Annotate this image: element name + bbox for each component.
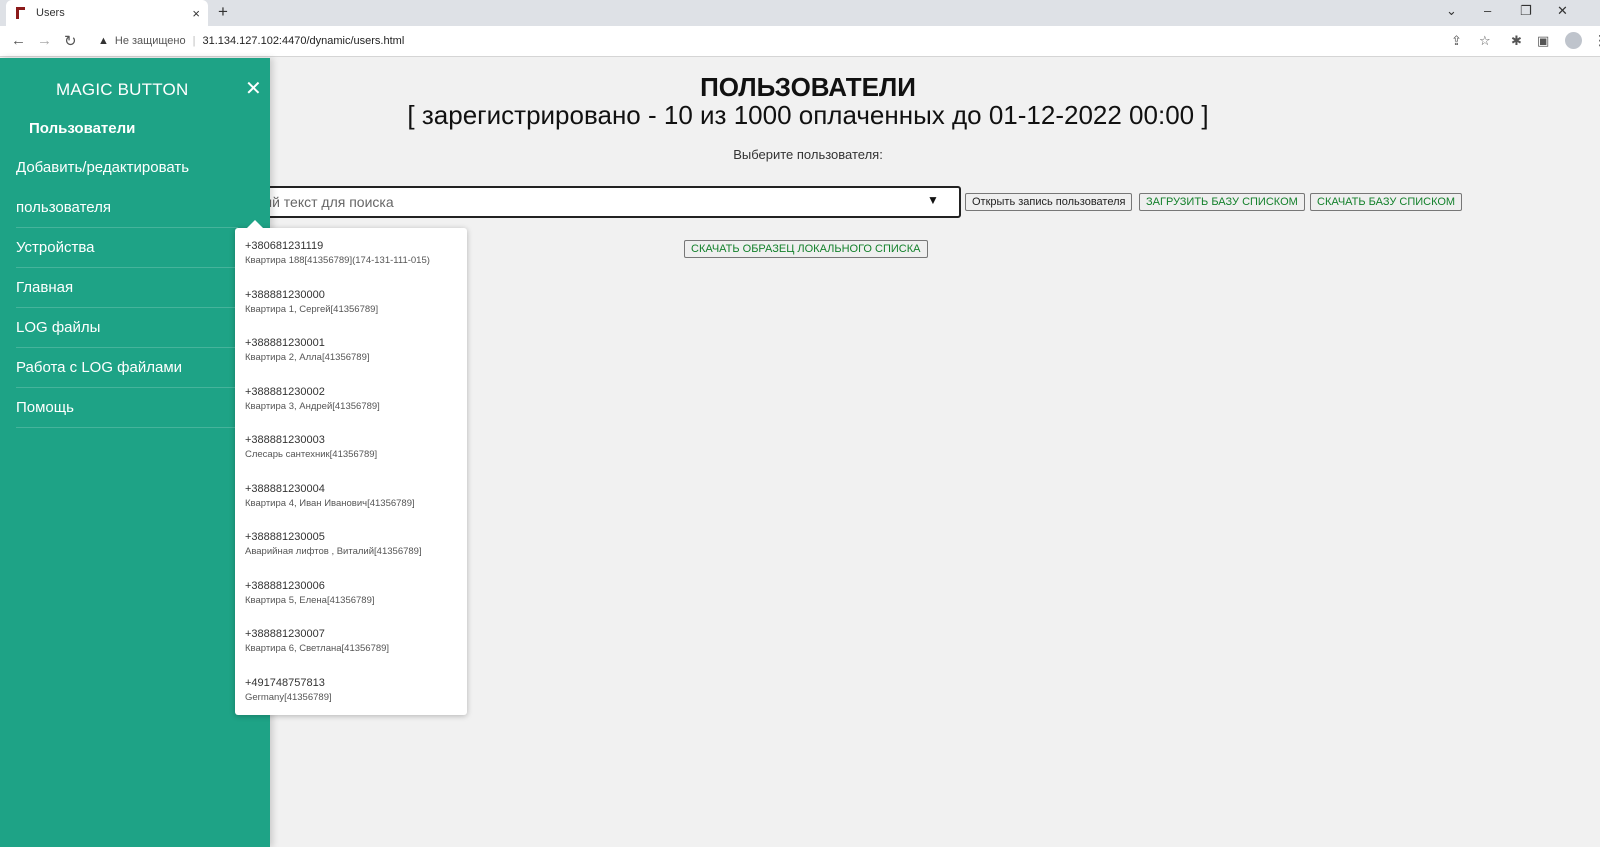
page-content: MAGIC BUTTON ✕ Пользователи Добавить/ред… [0,58,1600,847]
tab-title: Users [36,7,65,19]
security-label: Не защищено [114,35,186,47]
extensions-icon[interactable]: ✱ [1511,33,1522,49]
option-description: Квартира 3, Андрей[41356789] [245,400,380,412]
address-toolbar: ← → ↻ ▲ Не защищено | 31.134.127.102:447… [0,26,1600,57]
reload-icon[interactable]: ↻ [64,32,77,50]
warning-icon: ▲ [98,35,109,47]
sidebar-close-icon[interactable]: ✕ [245,76,262,101]
option-description: Квартира 2, Алла[41356789] [245,352,370,363]
sidebar-item-devices[interactable]: Устройства [16,228,238,268]
option-description: Квартира 6, Светлана[41356789] [245,643,390,654]
user-dropdown-list: +380681231119 Квартира 188[41356789](174… [235,220,467,715]
sidebar-item-help[interactable]: Помощь [16,388,238,428]
sidebar-item-log-work[interactable]: Работа с LOG файлами [16,348,238,388]
option-phone: +388881230007 [245,628,325,640]
option-description: Слесарь сантехник[41356789] [245,449,378,460]
option-phone: +380681231119 [245,240,324,252]
option-description: Germany[41356789] [245,691,332,703]
list-item[interactable]: +388881230007 Квартира 6, Светлана[41356… [235,616,467,665]
user-search-combobox[interactable]: ▼ [230,186,961,218]
tab-close-icon[interactable]: × [192,6,200,21]
back-icon[interactable]: ← [11,32,26,49]
option-phone: +388881230003 [245,434,325,446]
option-phone: +388881230002 [245,385,325,398]
sidebar-item-add-edit-user[interactable]: пользователя [16,188,238,228]
new-tab-button[interactable]: + [218,2,228,22]
option-description: Квартира 1, Сергей[41356789] [245,303,379,315]
option-description: Квартира 4, Иван Иванович[41356789] [245,497,415,509]
list-item[interactable]: +388881230005 Аварийная лифтов , Виталий… [235,519,467,568]
close-window-icon[interactable]: ✕ [1557,3,1568,19]
sidebar-item-users[interactable]: Пользователи [29,120,135,137]
browser-menu-icon[interactable]: ⋮ [1593,32,1600,49]
option-phone: +388881230005 [245,531,325,543]
option-description: Квартира 188[41356789](174-131-111-015) [245,255,430,266]
option-phone: +388881230000 [245,288,325,301]
url-text[interactable]: 31.134.127.102:4470/dynamic/users.html [202,35,404,47]
tab-search-icon[interactable]: ⌄ [1446,3,1457,19]
list-item[interactable]: +388881230006 Квартира 5, Елена[41356789… [235,568,467,617]
sidebar-item-main[interactable]: Главная [16,268,238,308]
sidebar-item-log-files[interactable]: LOG файлы [16,308,238,348]
option-phone: +388881230006 [245,579,325,592]
bookmark-star-icon[interactable]: ☆ [1479,33,1491,49]
browser-tab[interactable]: Users × [6,0,208,26]
list-item[interactable]: +388881230003 Слесарь сантехник[41356789… [235,422,467,471]
forward-icon[interactable]: → [37,32,52,49]
site-favicon-icon [14,7,26,19]
sidebar-title: MAGIC BUTTON [56,80,189,99]
registration-status: [ зарегистрировано - 10 из 1000 оплаченн… [407,100,1209,130]
option-description: Квартира 5, Елена[41356789] [245,594,375,606]
download-list-button[interactable]: СКАЧАТЬ БАЗУ СПИСКОМ [1310,193,1463,211]
open-user-record-button[interactable]: Открыть запись пользователя [965,193,1133,211]
download-sample-button[interactable]: СКАЧАТЬ ОБРАЗЕЦ ЛОКАЛЬНОГО СПИСКА [684,240,928,258]
dropdown-arrow-icon[interactable]: ▼ [927,193,939,207]
option-phone: +491748757813 [245,676,325,689]
list-item[interactable]: +380681231119 Квартира 188[41356789](174… [235,228,467,277]
option-phone: +388881230001 [245,337,325,349]
option-description: Аварийная лифтов , Виталий[41356789] [245,546,422,557]
side-panel-icon[interactable]: ▣ [1537,33,1549,49]
select-user-label: Выберите пользователя: [733,147,883,162]
list-item[interactable]: +388881230000 Квартира 1, Сергей[4135678… [235,277,467,326]
list-item[interactable]: +388881230001 Квартира 2, Алла[41356789] [235,325,467,374]
profile-avatar-icon[interactable] [1565,32,1582,49]
minimize-icon[interactable]: – [1484,3,1491,18]
restore-icon[interactable]: ❐ [1520,3,1532,19]
search-input[interactable] [262,190,862,214]
url-separator: | [192,35,196,47]
browser-tab-strip: Users × + ⌄ – ❐ ✕ [0,0,1600,26]
option-phone: +388881230004 [245,482,325,495]
list-item[interactable]: +388881230002 Квартира 3, Андрей[4135678… [235,374,467,423]
page-title: ПОЛЬЗОВАТЕЛИ [700,72,916,102]
upload-list-button[interactable]: ЗАГРУЗИТЬ БАЗУ СПИСКОМ [1139,193,1305,211]
sidebar: MAGIC BUTTON ✕ Пользователи Добавить/ред… [0,58,270,847]
address-bar[interactable]: ▲ Не защищено | 31.134.127.102:4470/dyna… [90,30,1490,52]
sidebar-item-add-edit[interactable]: Добавить/редактировать [16,148,238,188]
list-item[interactable]: +491748757813 Germany[41356789] [235,665,467,714]
share-icon[interactable]: ⇪ [1451,33,1462,49]
list-item[interactable]: +388881230004 Квартира 4, Иван Иванович[… [235,471,467,520]
sidebar-menu: Добавить/редактировать пользователя Устр… [16,148,238,428]
